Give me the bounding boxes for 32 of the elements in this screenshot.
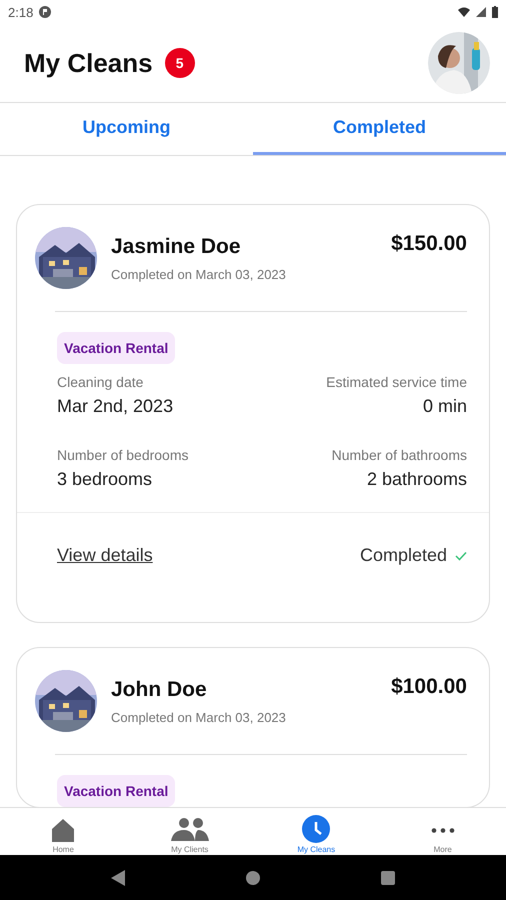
page-title: My Cleans [24, 48, 153, 78]
home-icon [50, 817, 76, 843]
detail-value: 2 bathrooms [366, 469, 467, 490]
client-name: John Doe [111, 678, 208, 702]
detail-label: Estimated service time [326, 374, 467, 390]
app-notification-icon [39, 6, 52, 18]
clock-icon [302, 815, 330, 843]
detail-label: Number of bedrooms [57, 447, 190, 463]
detail-value: 0 min [422, 396, 467, 417]
status-label: Completed [360, 545, 447, 566]
price: $100.00 [391, 674, 467, 699]
completed-date: Completed on March 03, 2023 [111, 710, 287, 725]
detail-value: Mar 2nd, 2023 [57, 396, 174, 417]
battery-icon [492, 6, 498, 18]
client-name: Jasmine Doe [111, 235, 242, 259]
status-time: 2:18 [8, 4, 34, 20]
detail-value: 3 bedrooms [57, 469, 154, 490]
wifi-icon [458, 6, 470, 18]
more-icon [430, 828, 456, 833]
property-tag: Vacation Rental [57, 332, 176, 364]
signal-icon [476, 7, 486, 17]
home-circle-icon[interactable] [246, 870, 260, 884]
detail-label: Cleaning date [57, 374, 144, 390]
count-badge: 5 [164, 48, 195, 78]
people-icon [170, 817, 209, 843]
view-details-link[interactable]: View details [57, 545, 153, 566]
price: $150.00 [391, 231, 467, 256]
property-tag: Vacation Rental [57, 775, 176, 807]
completed-date: Completed on March 03, 2023 [111, 267, 287, 282]
back-icon[interactable] [110, 870, 125, 886]
recents-icon[interactable] [381, 870, 396, 884]
detail-label: Number of bathrooms [332, 447, 467, 463]
